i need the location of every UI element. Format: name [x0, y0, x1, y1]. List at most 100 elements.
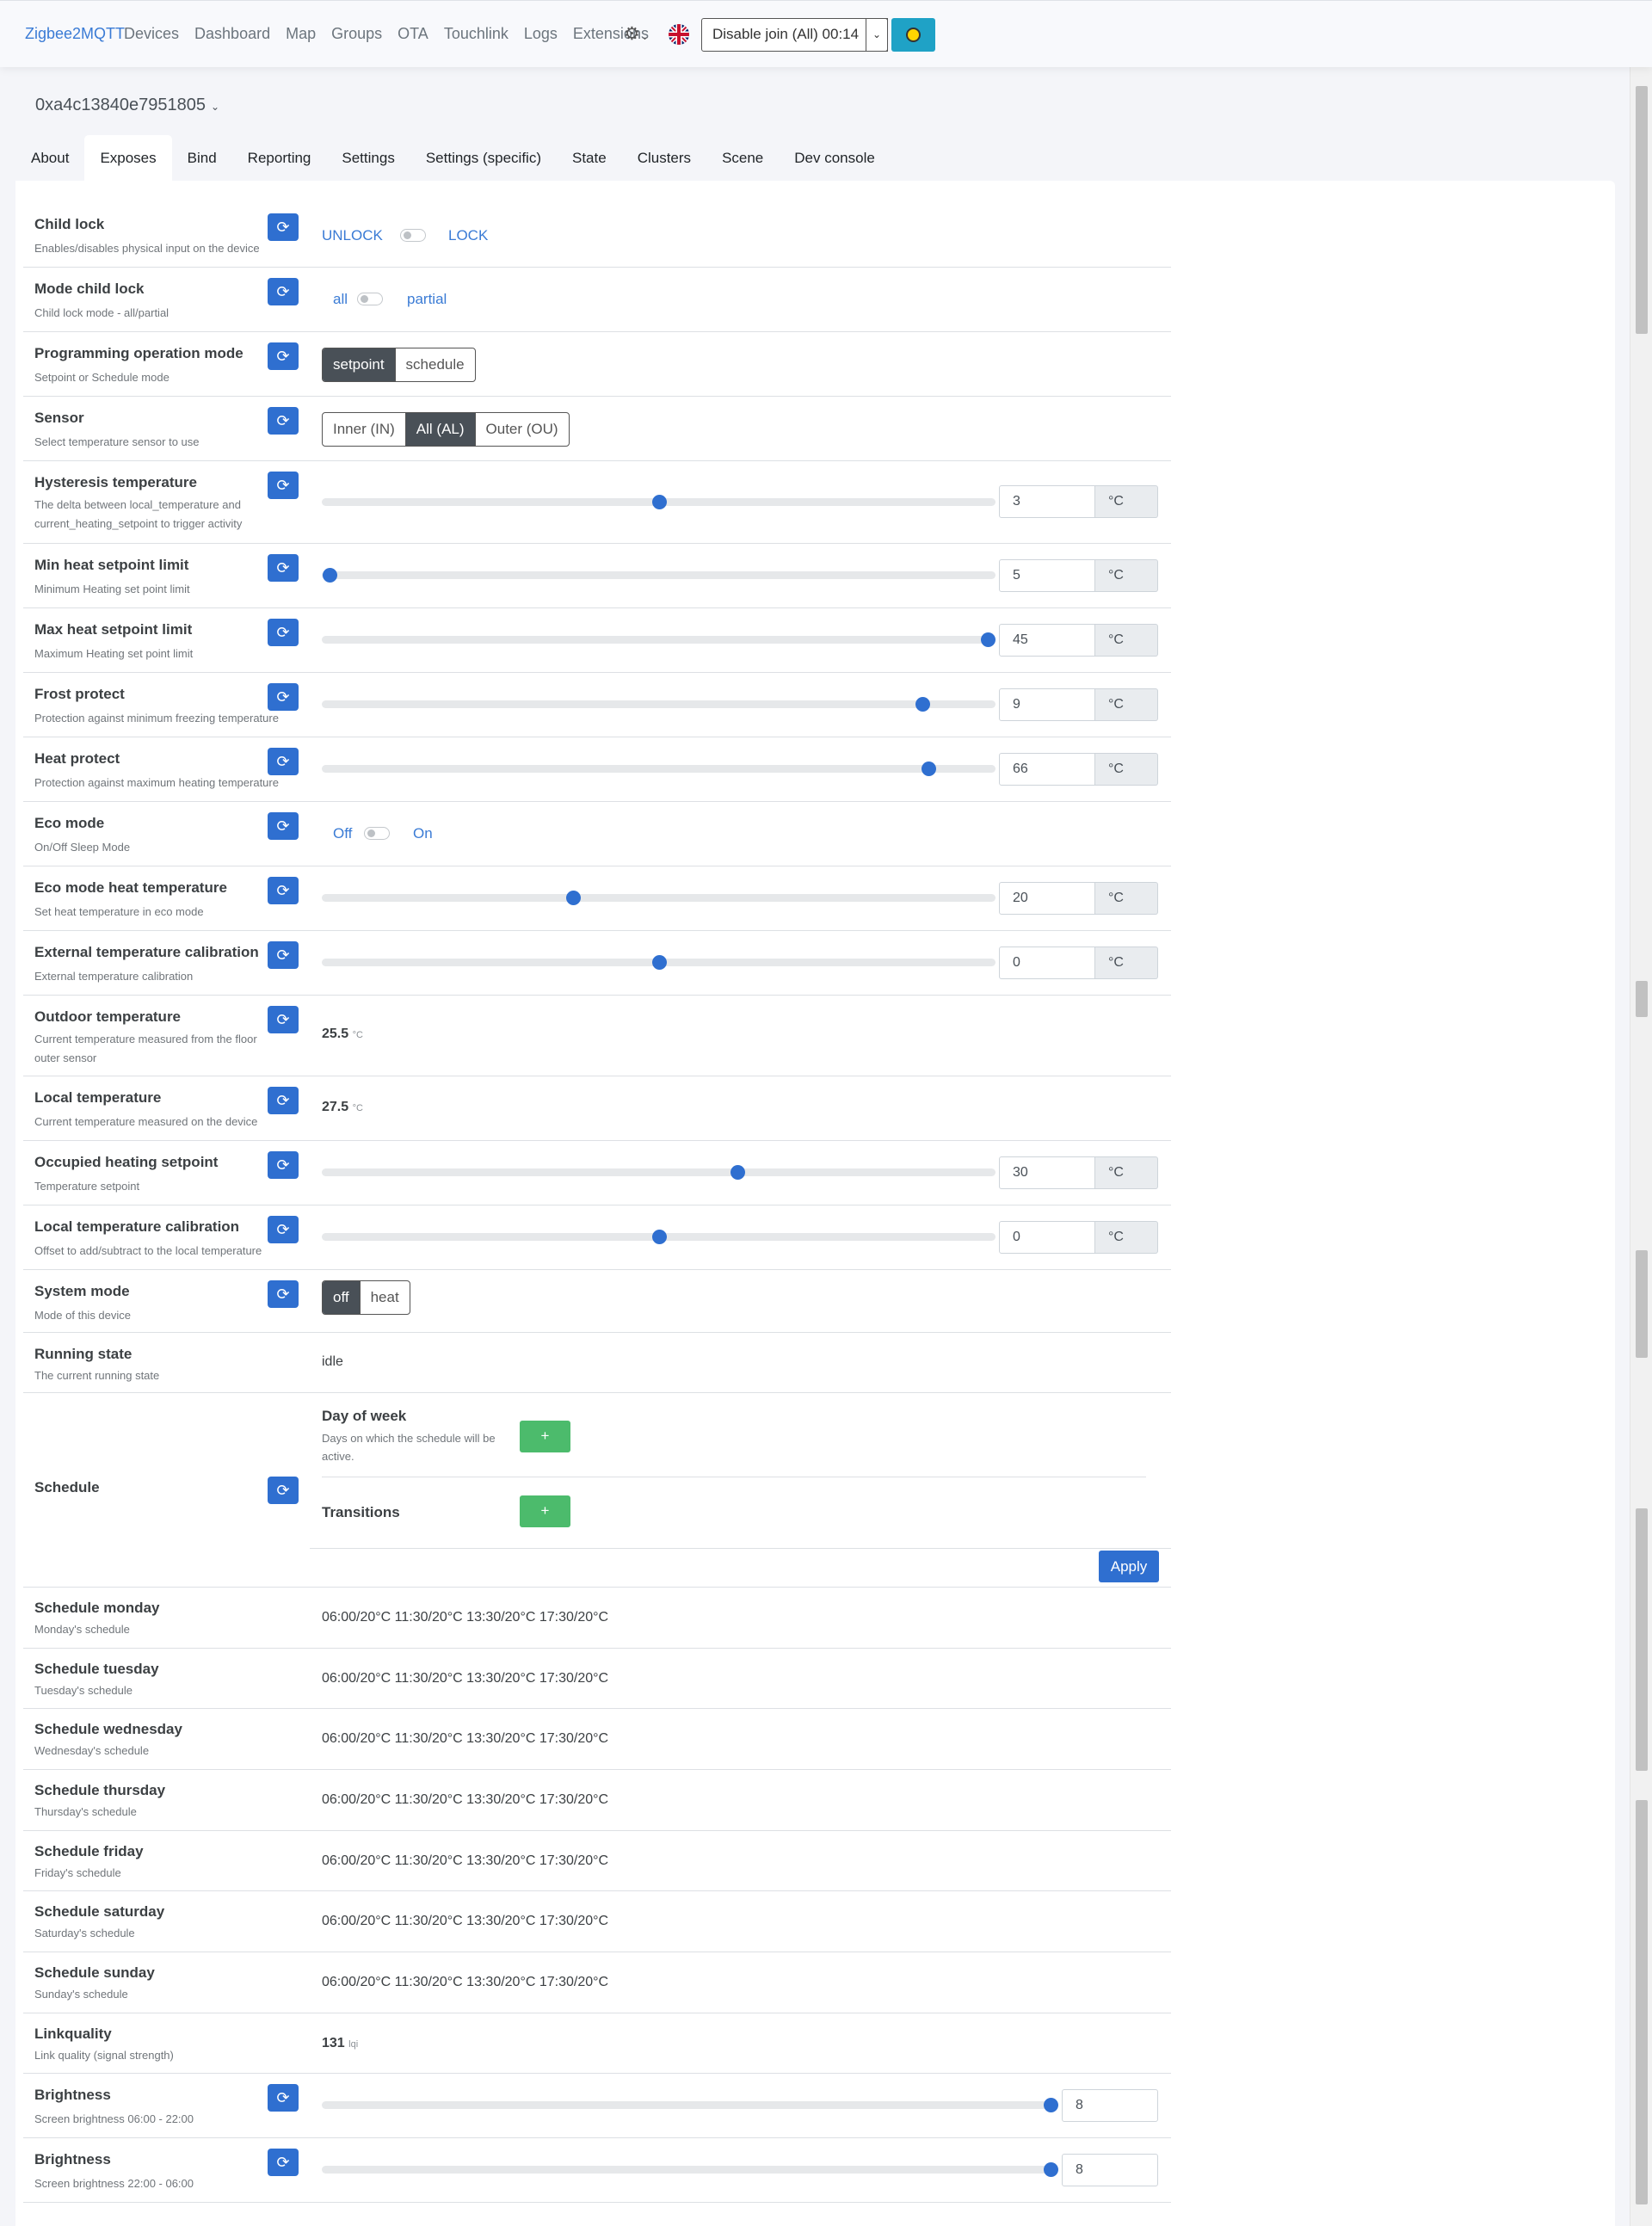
brand-link[interactable]: Zigbee2MQTT	[25, 25, 125, 43]
option-all[interactable]: All (AL)	[405, 413, 476, 446]
nav-map[interactable]: Map	[286, 25, 316, 43]
heat-protect-input[interactable]: 66	[999, 753, 1095, 786]
refresh-icon[interactable]: ⟳	[268, 748, 299, 775]
tab-clusters[interactable]: Clusters	[622, 135, 706, 181]
join-dropdown-chevron-icon[interactable]: ⌄	[866, 18, 888, 52]
brightness-day-input[interactable]: 8	[1062, 2089, 1158, 2122]
nav-logs[interactable]: Logs	[524, 25, 558, 43]
max-heat-input[interactable]: 45	[999, 624, 1095, 657]
tab-settings-specific[interactable]: Settings (specific)	[410, 135, 557, 181]
scrollbar[interactable]	[1630, 67, 1652, 2226]
local-cal-input[interactable]: 0	[999, 1221, 1095, 1254]
hysteresis-input[interactable]: 3	[999, 485, 1095, 518]
nav-ota[interactable]: OTA	[398, 25, 428, 43]
option-inner[interactable]: Inner (IN)	[323, 413, 406, 446]
refresh-icon[interactable]: ⟳	[268, 2084, 299, 2112]
toggle-off-label[interactable]: UNLOCK	[322, 227, 383, 244]
slider-thumb[interactable]	[915, 697, 930, 712]
refresh-icon[interactable]: ⟳	[268, 472, 299, 499]
brightness-night-input[interactable]: 8	[1062, 2154, 1158, 2186]
refresh-icon[interactable]: ⟳	[268, 812, 299, 840]
ext-cal-input[interactable]: 0	[999, 947, 1095, 979]
refresh-icon[interactable]: ⟳	[268, 941, 299, 969]
disable-join-button[interactable]: Disable join (All) 00:14	[701, 18, 888, 52]
option-setpoint[interactable]: setpoint	[323, 348, 396, 381]
max-heat-slider[interactable]	[322, 632, 996, 647]
toggle-on-label[interactable]: partial	[407, 291, 447, 308]
min-heat-slider[interactable]	[322, 568, 996, 583]
refresh-icon[interactable]: ⟳	[268, 683, 299, 711]
tab-exposes[interactable]: Exposes	[84, 135, 172, 181]
uk-flag-icon[interactable]	[669, 24, 689, 45]
tab-settings[interactable]: Settings	[326, 135, 410, 181]
frost-protect-slider[interactable]	[322, 697, 996, 712]
option-off[interactable]: off	[323, 1281, 361, 1314]
refresh-icon[interactable]: ⟳	[268, 1006, 299, 1033]
ext-cal-slider[interactable]	[322, 955, 996, 970]
local-cal-slider[interactable]	[322, 1230, 996, 1244]
tab-scene[interactable]: Scene	[706, 135, 779, 181]
slider-thumb[interactable]	[651, 1230, 667, 1244]
slider-thumb[interactable]	[566, 891, 582, 905]
slider-thumb[interactable]	[323, 568, 337, 583]
slider-thumb[interactable]	[981, 632, 996, 647]
scrollbar-thumb[interactable]	[1636, 86, 1648, 334]
refresh-icon[interactable]: ⟳	[268, 1087, 299, 1114]
apply-button[interactable]: Apply	[1099, 1551, 1159, 1582]
refresh-icon[interactable]: ⟳	[268, 213, 299, 241]
settings-gear-icon[interactable]: ⚙⌄	[624, 23, 649, 45]
tab-reporting[interactable]: Reporting	[232, 135, 327, 181]
option-heat[interactable]: heat	[361, 1281, 410, 1314]
refresh-icon[interactable]: ⟳	[268, 1216, 299, 1243]
toggle-off-label[interactable]: Off	[333, 825, 352, 842]
tab-bind[interactable]: Bind	[172, 135, 232, 181]
nav-dashboard[interactable]: Dashboard	[194, 25, 270, 43]
refresh-icon[interactable]: ⟳	[268, 877, 299, 904]
nav-devices[interactable]: Devices	[124, 25, 179, 43]
refresh-icon[interactable]: ⟳	[268, 619, 299, 646]
mode-child-lock-switch[interactable]	[357, 293, 383, 305]
nav-groups[interactable]: Groups	[331, 25, 382, 43]
tab-about[interactable]: About	[15, 135, 84, 181]
refresh-icon[interactable]: ⟳	[268, 2149, 299, 2176]
refresh-icon[interactable]: ⟳	[268, 407, 299, 435]
tab-dev-console[interactable]: Dev console	[779, 135, 891, 181]
add-transition-button[interactable]: +	[520, 1495, 570, 1527]
option-outer[interactable]: Outer (OU)	[476, 413, 569, 446]
occupied-setpoint-slider[interactable]	[322, 1165, 996, 1180]
device-selector[interactable]: 0xa4c13840e7951805 ⌄	[35, 96, 219, 115]
refresh-icon[interactable]: ⟳	[268, 1280, 299, 1308]
refresh-icon[interactable]: ⟳	[268, 1477, 299, 1504]
frost-protect-input[interactable]: 9	[999, 688, 1095, 721]
heat-protect-slider[interactable]	[322, 762, 996, 776]
nav-touchlink[interactable]: Touchlink	[444, 25, 509, 43]
refresh-icon[interactable]: ⟳	[268, 554, 299, 582]
slider-thumb[interactable]	[1044, 2162, 1058, 2177]
hysteresis-slider[interactable]	[322, 495, 996, 509]
eco-temp-slider[interactable]	[322, 891, 996, 905]
add-day-button[interactable]: +	[520, 1421, 570, 1452]
eco-temp-input[interactable]: 20	[999, 882, 1095, 915]
toggle-on-label[interactable]: LOCK	[448, 227, 488, 244]
slider-thumb[interactable]	[651, 495, 667, 509]
option-schedule[interactable]: schedule	[396, 348, 475, 381]
brightness-day-slider[interactable]	[322, 2098, 1058, 2112]
slider-thumb[interactable]	[1044, 2098, 1058, 2112]
brightness-night-slider[interactable]	[322, 2162, 1058, 2177]
min-heat-input[interactable]: 5	[999, 559, 1095, 592]
slider-thumb[interactable]	[651, 955, 667, 970]
refresh-icon[interactable]: ⟳	[268, 1151, 299, 1179]
expose-description: Protection against minimum freezing temp…	[34, 712, 279, 725]
toggle-on-label[interactable]: On	[413, 825, 433, 842]
schedule-value: 06:00/20°C 11:30/20°C 13:30/20°C 17:30/2…	[322, 1792, 609, 1807]
refresh-icon[interactable]: ⟳	[268, 342, 299, 370]
refresh-icon[interactable]: ⟳	[268, 278, 299, 305]
child-lock-switch[interactable]	[400, 229, 426, 242]
toggle-off-label[interactable]: all	[333, 291, 348, 308]
slider-thumb[interactable]	[922, 762, 937, 776]
slider-thumb[interactable]	[730, 1165, 746, 1180]
eco-mode-switch[interactable]	[364, 827, 390, 840]
tab-state[interactable]: State	[557, 135, 622, 181]
theme-toggle-button[interactable]	[891, 18, 935, 52]
occupied-setpoint-input[interactable]: 30	[999, 1156, 1095, 1189]
